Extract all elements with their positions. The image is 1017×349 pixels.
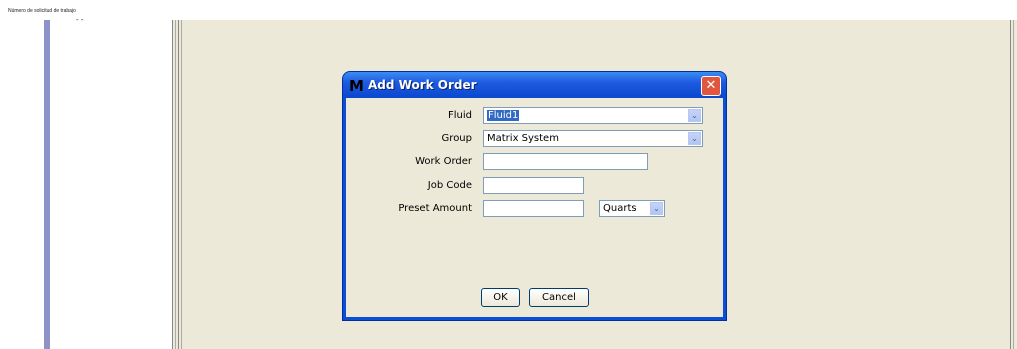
fluid-value: Fluid1	[487, 110, 520, 121]
dialog-titlebar[interactable]: M Add Work Order ✕	[343, 72, 726, 98]
preset-amount-label: Preset Amount	[398, 203, 472, 214]
close-button[interactable]: ✕	[701, 76, 721, 96]
ok-button[interactable]: OK	[481, 288, 520, 307]
fluid-label: Fluid	[448, 110, 472, 121]
close-icon: ✕	[705, 78, 717, 93]
preset-amount-field[interactable]	[483, 200, 584, 217]
unit-select[interactable]: Quarts ⌄	[599, 200, 665, 217]
chevron-down-icon[interactable]: ⌄	[688, 109, 701, 122]
chevron-down-icon[interactable]: ⌄	[688, 132, 701, 145]
dialog-body: Fluid Fluid1 ⌄ Group Matrix System ⌄ Wor…	[346, 98, 723, 317]
job-code-field[interactable]	[483, 177, 584, 194]
group-value: Matrix System	[487, 133, 559, 144]
marker-text: - -	[76, 15, 84, 24]
app-logo-icon: M	[349, 77, 364, 95]
workspace-right-border	[1010, 20, 1017, 349]
unit-value: Quarts	[603, 203, 637, 214]
workspace-left-border	[172, 20, 182, 349]
page-caption: Número de solicitud de trabajo	[8, 8, 76, 14]
add-work-order-dialog: M Add Work Order ✕ Fluid Fluid1 ⌄ Group …	[343, 72, 726, 320]
fluid-select[interactable]: Fluid1 ⌄	[483, 107, 703, 124]
chevron-down-icon[interactable]: ⌄	[650, 202, 663, 215]
job-code-label: Job Code	[427, 180, 472, 191]
cancel-button[interactable]: Cancel	[529, 288, 589, 307]
group-label: Group	[441, 133, 472, 144]
left-accent-bar	[44, 20, 50, 349]
group-select[interactable]: Matrix System ⌄	[483, 130, 703, 147]
work-order-label: Work Order	[415, 156, 472, 167]
dialog-title: Add Work Order	[368, 78, 477, 92]
work-order-field[interactable]	[483, 153, 648, 170]
